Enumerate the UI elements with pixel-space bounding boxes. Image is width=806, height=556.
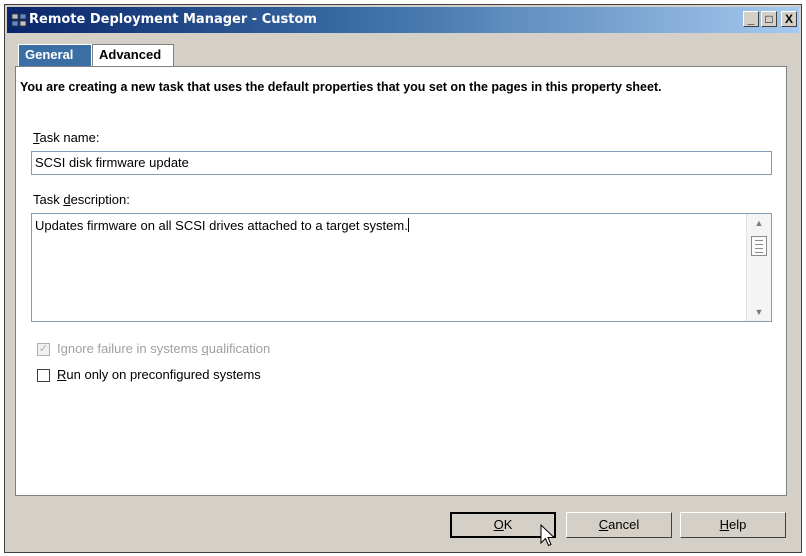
task-description-label-text: escription: xyxy=(70,192,130,207)
cancel-mnemonic: C xyxy=(598,517,609,532)
ignore-failure-label-text: ualification xyxy=(208,341,271,356)
task-description-label: Task description: xyxy=(33,192,130,207)
cancel-button[interactable]: Cancel xyxy=(566,512,672,538)
scroll-thumb[interactable] xyxy=(751,236,767,256)
ok-mnemonic: O xyxy=(493,517,504,532)
app-icon xyxy=(11,13,27,27)
cancel-text: ancel xyxy=(608,517,640,532)
help-mnemonic: H xyxy=(719,517,730,532)
text-caret xyxy=(407,218,409,232)
task-name-label-text: ask name: xyxy=(39,130,100,145)
title-bar[interactable]: Remote Deployment Manager - Custom _ □ X xyxy=(7,7,799,33)
ignore-failure-label-mnemonic: q xyxy=(201,341,209,356)
minimize-button[interactable]: _ xyxy=(743,11,759,27)
ignore-failure-label-prefix: Ignore failure in systems xyxy=(57,341,202,356)
ignore-failure-checkbox[interactable]: ✓ xyxy=(37,343,50,356)
task-name-value: SCSI disk firmware update xyxy=(35,155,189,170)
task-description-value: Updates firmware on all SCSI drives atta… xyxy=(35,218,408,233)
run-only-label-text: un only on preconfigured systems xyxy=(66,367,261,382)
intro-text: You are creating a new task that uses th… xyxy=(20,80,662,94)
description-scrollbar[interactable]: ▲ ▼ xyxy=(746,214,771,321)
mouse-cursor-icon xyxy=(540,524,556,547)
run-only-checkbox[interactable] xyxy=(37,369,50,382)
help-button[interactable]: Help xyxy=(680,512,786,538)
task-description-label-prefix: Task xyxy=(33,192,64,207)
task-description-label-mnemonic: d xyxy=(63,192,71,207)
close-button[interactable]: X xyxy=(781,11,797,27)
run-only-label: Run only on preconfigured systems xyxy=(57,367,261,382)
task-description-textarea[interactable]: Updates firmware on all SCSI drives atta… xyxy=(31,213,772,322)
ignore-failure-label: Ignore failure in systems qualification xyxy=(57,341,270,356)
window-title: Remote Deployment Manager - Custom xyxy=(29,12,317,27)
help-text: elp xyxy=(729,517,747,532)
tab-advanced[interactable]: Advanced xyxy=(92,44,174,66)
task-name-input[interactable]: SCSI disk firmware update xyxy=(31,151,772,175)
task-name-label: Task name: xyxy=(33,130,99,145)
maximize-button[interactable]: □ xyxy=(761,11,777,27)
scroll-down-arrow-icon[interactable]: ▼ xyxy=(747,303,771,321)
run-only-label-mnemonic: R xyxy=(57,367,67,382)
ok-text: K xyxy=(503,517,513,532)
scroll-up-arrow-icon[interactable]: ▲ xyxy=(747,214,771,232)
tab-general[interactable]: General xyxy=(18,44,92,66)
